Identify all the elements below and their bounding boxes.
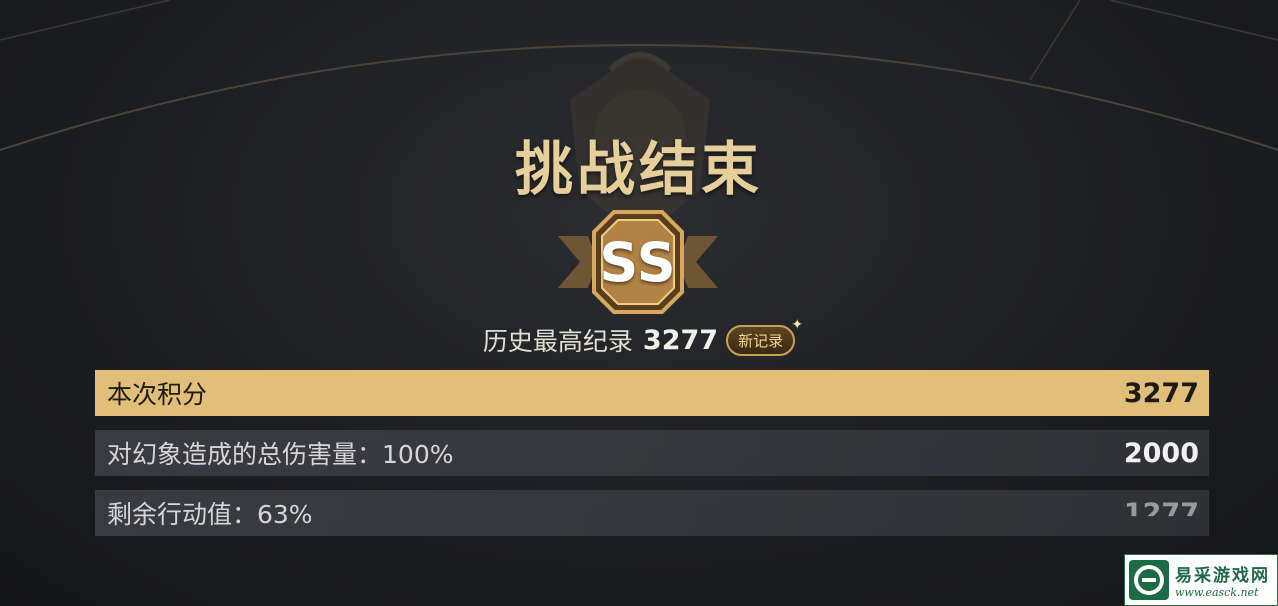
- new-record-label: 新记录: [738, 331, 784, 350]
- sparkle-icon: ✦: [791, 316, 804, 333]
- row-value: 3277: [1123, 377, 1199, 409]
- new-record-badge: 新记录 ✦: [726, 317, 803, 356]
- row-label: 本次积分: [107, 380, 208, 409]
- record-value: 3277: [642, 324, 719, 356]
- score-row-damage: 对幻象造成的总伤害量：100% 2000: [95, 430, 1209, 476]
- row-label: 剩余行动值：63%: [107, 500, 313, 529]
- page-title: 挑战结束: [514, 135, 763, 203]
- score-row-action: 剩余行动值：63% 1277: [95, 490, 1209, 536]
- rank-badge: SS: [558, 206, 718, 318]
- watermark-url: www.easck.net: [1175, 586, 1259, 599]
- site-logo-icon: [1129, 560, 1169, 600]
- row-value: 2000: [1123, 437, 1199, 469]
- rank-text: SS: [599, 230, 677, 294]
- score-breakdown: 本次积分 3277 对幻象造成的总伤害量：100% 2000 剩余行动值：63%…: [95, 370, 1209, 550]
- high-score-record: 历史最高纪录 3277 新记录 ✦: [0, 317, 1278, 358]
- row-label: 对幻象造成的总伤害量：100%: [107, 440, 454, 469]
- row-value: 1277: [1123, 497, 1199, 529]
- site-watermark: 易采游戏网 www.easck.net: [1124, 554, 1278, 606]
- record-label: 历史最高纪录: [482, 327, 633, 356]
- watermark-title: 易采游戏网: [1175, 566, 1270, 586]
- score-row-total: 本次积分 3277: [95, 370, 1209, 416]
